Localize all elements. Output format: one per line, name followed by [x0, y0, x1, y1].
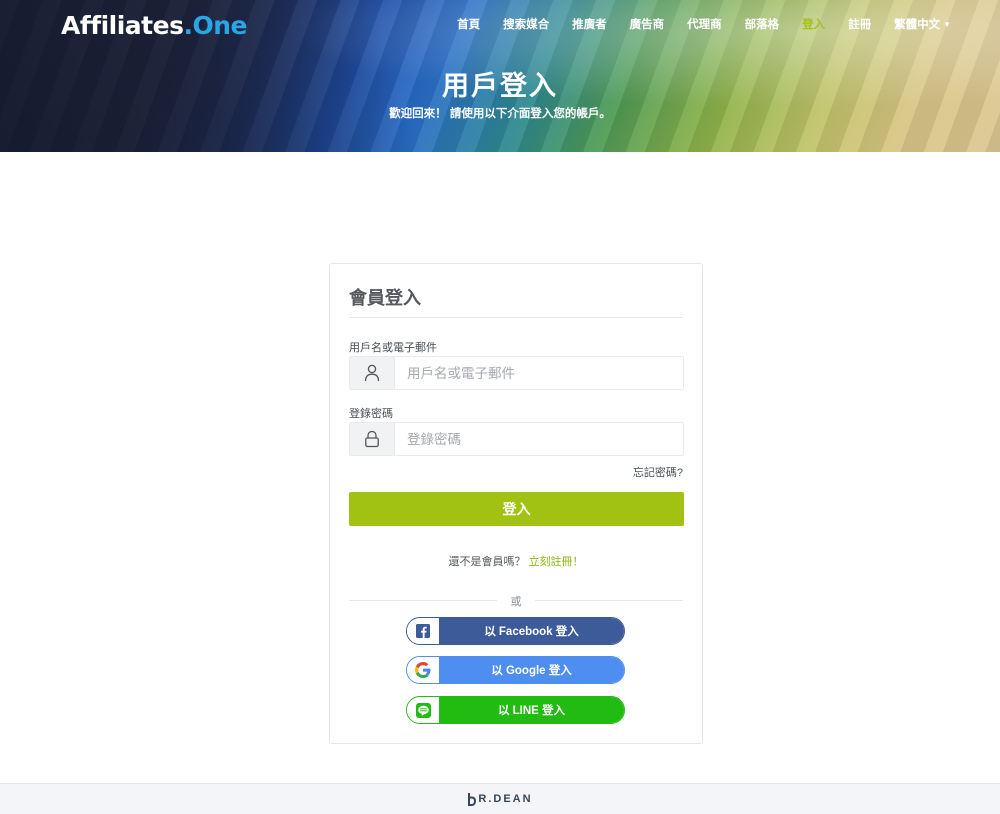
footer-brand-text: R.DEAN	[478, 793, 533, 805]
line-login-button[interactable]: 以 LINE 登入	[406, 696, 625, 724]
register-link[interactable]: 立刻註冊！	[529, 556, 584, 568]
page-title: 用戶登入	[442, 71, 558, 101]
password-input-group	[349, 422, 684, 456]
login-card: 會員登入 用戶名或電子郵件 登錄密碼 忘記密碼? 登入 還不是會員嗎？ 立刻註冊…	[329, 263, 703, 744]
google-login-label: 以 Google 登入	[439, 657, 624, 683]
nav-item-login[interactable]: 登入	[802, 17, 825, 33]
footer: R.DEAN	[0, 783, 1000, 814]
nav-item-search-match[interactable]: 搜索媒合	[503, 17, 549, 33]
or-separator: 或	[349, 593, 683, 608]
username-label: 用戶名或電子郵件	[349, 342, 437, 354]
page-subtitle: 歡迎回來！ 請使用以下介面登入您的帳戶。	[389, 108, 611, 120]
nav-item-blog[interactable]: 部落格	[745, 17, 780, 33]
language-dropdown[interactable]: 繁體中文 ▼	[894, 17, 951, 33]
divider	[535, 600, 683, 601]
site-logo[interactable]: Affiliates.One	[61, 11, 247, 40]
google-icon	[407, 657, 439, 683]
hero-banner: Affiliates.One 首頁 搜索媒合 推廣者 廣告商 代理商 部落格 登…	[0, 0, 1000, 152]
nav-item-home[interactable]: 首頁	[457, 17, 480, 33]
register-prompt-text: 還不是會員嗎？	[448, 556, 526, 568]
nav-item-promoters[interactable]: 推廣者	[572, 17, 607, 33]
divider	[349, 317, 683, 318]
or-label: 或	[510, 596, 522, 608]
login-button[interactable]: 登入	[349, 492, 684, 526]
facebook-icon	[407, 618, 439, 644]
google-login-button[interactable]: 以 Google 登入	[406, 656, 625, 684]
login-card-title: 會員登入	[349, 288, 421, 308]
top-nav: 首頁 搜索媒合 推廣者 廣告商 代理商 部落格 登入 註冊 繁體中文 ▼	[434, 17, 951, 33]
footer-brand-logo[interactable]: R.DEAN	[467, 792, 532, 806]
facebook-login-button[interactable]: 以 Facebook 登入	[406, 617, 625, 645]
line-login-label: 以 LINE 登入	[439, 697, 624, 723]
password-input[interactable]	[395, 423, 683, 455]
username-input[interactable]	[395, 357, 683, 389]
nav-item-register[interactable]: 註冊	[848, 17, 871, 33]
facebook-login-label: 以 Facebook 登入	[439, 618, 624, 644]
nav-item-advertisers[interactable]: 廣告商	[630, 17, 665, 33]
username-input-group	[349, 356, 684, 390]
forgot-password-link[interactable]: 忘記密碼?	[633, 464, 683, 480]
password-label: 登錄密碼	[349, 408, 393, 420]
user-icon	[350, 357, 395, 389]
nav-item-agents[interactable]: 代理商	[687, 17, 722, 33]
caret-down-icon: ▼	[943, 20, 951, 29]
register-prompt: 還不是會員嗎？ 立刻註冊！	[330, 553, 702, 569]
line-icon	[407, 697, 439, 723]
logo-text-main: Affiliates	[61, 11, 184, 40]
lock-icon	[350, 423, 395, 455]
logo-text-suffix: .One	[183, 11, 247, 40]
brand-mark-icon	[468, 793, 477, 806]
language-label: 繁體中文	[894, 19, 941, 31]
